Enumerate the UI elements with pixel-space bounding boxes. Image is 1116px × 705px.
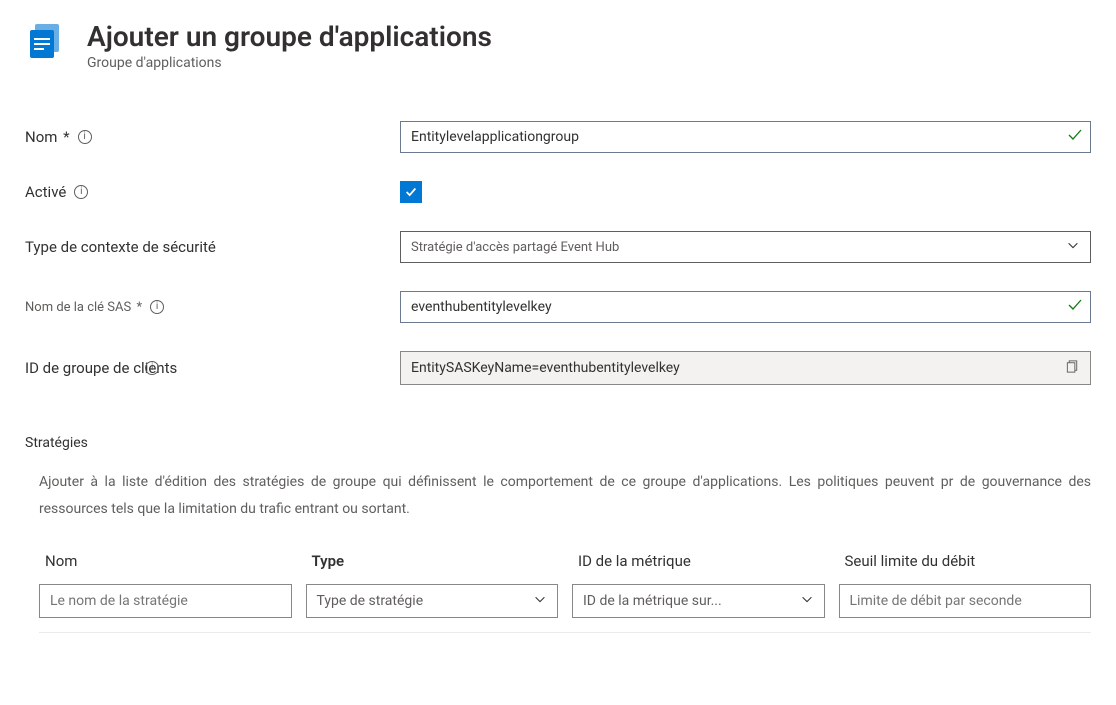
info-icon[interactable]: i (78, 130, 92, 144)
col-header-metric: ID de la métrique (572, 552, 825, 570)
policy-metric-select[interactable]: ID de la métrique sur... (572, 584, 825, 618)
divider (39, 632, 1091, 633)
client-group-id-field: EntitySASKeyName=eventhubentitylevelkey (400, 351, 1091, 385)
chevron-down-icon (800, 592, 814, 610)
info-icon[interactable]: i (150, 300, 164, 314)
name-input[interactable] (400, 121, 1091, 153)
name-label: Nom * i (25, 128, 400, 146)
strategies-section-title: Stratégies (25, 435, 1091, 451)
chevron-down-icon (1066, 238, 1080, 256)
sas-key-label: Nom de la clé SAS * i (25, 300, 400, 315)
chevron-down-icon (533, 592, 547, 610)
enabled-label: Activé i (25, 183, 400, 201)
app-group-icon (25, 20, 67, 62)
policy-type-select[interactable]: Type de stratégie (306, 584, 559, 618)
client-group-id-label: ID de groupe de clients i (25, 359, 400, 377)
page-header: Ajouter un groupe d'applications Groupe … (25, 20, 1091, 71)
copy-icon[interactable] (1065, 359, 1080, 378)
security-context-value: Stratégie d'accès partagé Event Hub (411, 240, 619, 255)
policy-rate-input[interactable] (839, 584, 1092, 618)
policy-name-input[interactable] (39, 584, 292, 618)
security-context-select[interactable]: Stratégie d'accès partagé Event Hub (400, 231, 1091, 263)
security-context-label: Type de contexte de sécurité (25, 238, 400, 256)
col-header-rate: Seuil limite du débit (839, 552, 1092, 570)
info-icon[interactable]: i (74, 185, 88, 199)
client-group-id-value: EntitySASKeyName=eventhubentitylevelkey (411, 360, 680, 376)
policy-table: Nom Type Type de stratégie ID de la métr… (25, 552, 1091, 618)
sas-key-input[interactable] (400, 291, 1091, 323)
col-header-name: Nom (39, 552, 292, 570)
page-subtitle: Groupe d'applications (87, 55, 492, 71)
col-header-type: Type (306, 552, 559, 570)
strategies-description: Ajouter à la liste d'édition des stratég… (25, 469, 1091, 522)
page-title: Ajouter un groupe d'applications (87, 20, 492, 53)
enabled-checkbox[interactable] (400, 181, 422, 203)
